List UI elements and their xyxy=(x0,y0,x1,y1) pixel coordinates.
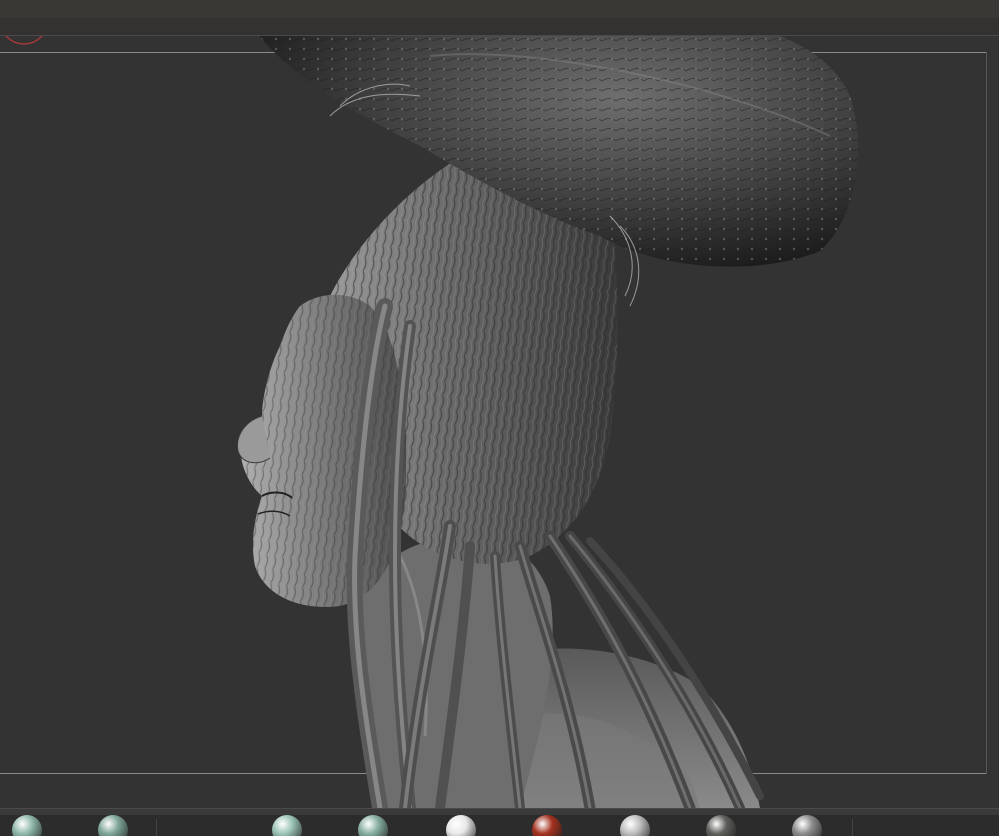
shelf-strip xyxy=(0,809,999,815)
material-dark-gray-matcap[interactable] xyxy=(706,815,736,836)
shelf-divider xyxy=(852,819,853,836)
top-shelf xyxy=(0,18,999,36)
top-menu-bar xyxy=(0,0,999,19)
material-mint-matcap[interactable] xyxy=(12,815,42,836)
document-viewport[interactable] xyxy=(0,36,999,808)
shelf-divider xyxy=(156,819,157,836)
material-mint-shaded-matcap[interactable] xyxy=(358,815,388,836)
material-silver-matcap[interactable] xyxy=(620,815,650,836)
material-gray-matcap[interactable] xyxy=(792,815,822,836)
material-shelf xyxy=(0,808,999,836)
material-white-matcap[interactable] xyxy=(446,815,476,836)
material-mint-glossy-matcap[interactable] xyxy=(272,815,302,836)
sculpt-model[interactable] xyxy=(0,36,999,808)
material-mint-flat-matcap[interactable] xyxy=(98,815,128,836)
zbrush-window xyxy=(0,0,999,836)
material-red-matcap[interactable] xyxy=(532,815,562,836)
